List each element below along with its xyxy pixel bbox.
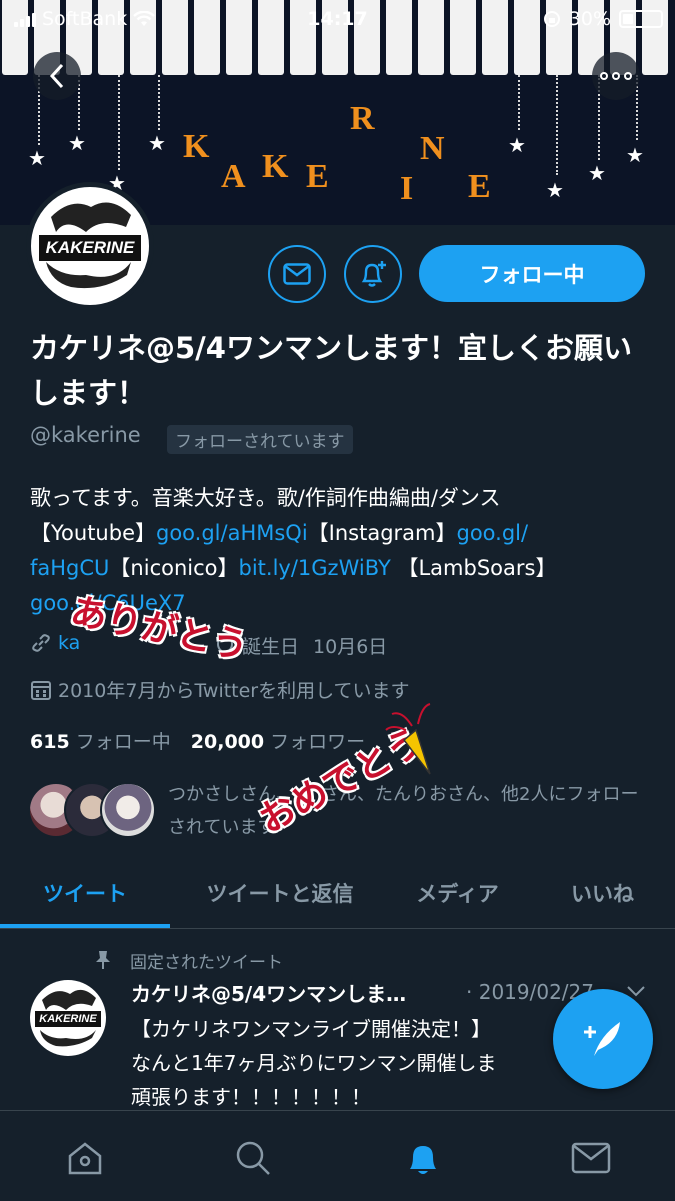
tab-tweets-and-replies[interactable]: ツイートと返信 xyxy=(180,858,380,928)
bio-text: 【niconico】 xyxy=(109,556,239,580)
birthday-label: 誕生日 xyxy=(242,636,300,658)
tab-likes[interactable]: いいね xyxy=(540,858,665,928)
active-tab-indicator xyxy=(0,924,170,928)
bio-link-instagram-cont[interactable]: faHgCU xyxy=(30,556,109,580)
avatar-logo-text: KAKERINE xyxy=(39,235,141,261)
tweet-line: なんと1年7ヶ月ぶりにワンマン開催しま xyxy=(131,1051,497,1075)
pin-icon xyxy=(96,951,110,969)
more-options-button[interactable] xyxy=(592,52,640,100)
tweet-line: 【カケリネワンマンライブ開催決定！】 xyxy=(131,1017,491,1041)
tweet-avatar[interactable]: KAKERINE xyxy=(30,980,106,1056)
more-icon xyxy=(600,72,632,80)
chevron-left-icon xyxy=(49,63,64,89)
following-link[interactable]: 615 フォロー中 xyxy=(30,731,171,753)
star-icon: ★ xyxy=(28,146,46,170)
bell-plus-icon xyxy=(361,261,386,287)
pinned-tweet-label: 固定されたツイート xyxy=(130,953,283,973)
calendar-icon xyxy=(31,680,51,700)
followers-count: 20,000 xyxy=(190,731,265,753)
home-icon xyxy=(68,1142,102,1175)
following-count: 615 xyxy=(30,731,70,753)
website-link[interactable]: ka xyxy=(58,632,80,654)
party-popper-icon xyxy=(385,703,431,775)
avatar xyxy=(100,782,156,838)
link-icon xyxy=(32,634,50,652)
tweet-line: 頑張ります！！！！！！！ xyxy=(131,1085,371,1109)
banner-letter: E xyxy=(306,158,329,195)
bottom-navigation xyxy=(0,1110,675,1201)
compose-feather-icon xyxy=(584,1022,620,1056)
profile-name: カケリネ@5/4ワンマンします！宜しくお願いします！ xyxy=(30,331,632,410)
messages-icon xyxy=(571,1142,611,1174)
banner-letter: R xyxy=(350,100,375,137)
mail-icon xyxy=(283,263,311,285)
profile-handle: @kakerine xyxy=(30,423,141,447)
star-icon: ★ xyxy=(68,131,86,155)
compose-tweet-button[interactable] xyxy=(553,989,653,1089)
nav-messages[interactable] xyxy=(566,1133,616,1183)
nav-notifications[interactable] xyxy=(398,1133,448,1183)
star-icon: ★ xyxy=(546,178,564,202)
star-icon: ★ xyxy=(148,131,166,155)
bio-text: 【LambSoars】 xyxy=(397,556,557,580)
birthday-date: 10月6日 xyxy=(313,636,388,658)
tab-tweets[interactable]: ツイート xyxy=(0,858,170,928)
avatar-logo-text: KAKERINE xyxy=(35,1011,101,1027)
search-icon xyxy=(236,1141,270,1175)
following-button[interactable]: フォロー中 xyxy=(419,245,645,302)
nav-home[interactable] xyxy=(60,1133,110,1183)
followed-by-text[interactable]: つかさしさん、 さん、たんりおさん、他2人にフォローされています xyxy=(168,778,648,844)
website-row: ka xyxy=(30,632,80,654)
joined-row: 2010年7月からTwitterを利用しています xyxy=(30,676,410,703)
chevron-down-icon xyxy=(627,986,645,997)
notifications-toggle-button[interactable] xyxy=(344,245,402,303)
follows-you-badge: フォローされています xyxy=(167,425,353,454)
orientation-lock-icon xyxy=(543,11,560,27)
bio-link-niconico[interactable]: bit.ly/1GzWiBY xyxy=(239,556,391,580)
bio-text: 歌ってます。音楽大好き。歌/作詞作曲編曲/ダンス xyxy=(30,486,501,510)
star-icon: ★ xyxy=(588,161,606,185)
mutual-followers-avatars[interactable] xyxy=(28,782,156,838)
tweet-text[interactable]: 【カケリネワンマンライブ開催決定！】 なんと1年7ヶ月ぶりにワンマン開催しま 頑… xyxy=(131,1012,571,1114)
nav-search[interactable] xyxy=(228,1133,278,1183)
status-bar: SoftBank 14:17 30% xyxy=(0,0,675,38)
notifications-icon xyxy=(410,1146,436,1174)
following-label: フォロー中 xyxy=(75,731,171,753)
banner-letter: K xyxy=(262,148,289,185)
banner-letter: E xyxy=(468,168,491,205)
battery-percent: 30% xyxy=(568,8,611,30)
bio-text: 【Youtube】 xyxy=(30,521,156,545)
star-icon: ★ xyxy=(508,133,526,157)
battery-icon xyxy=(619,10,663,28)
bio-link-youtube[interactable]: goo.gl/aHMsQi xyxy=(156,521,308,545)
banner-letter: I xyxy=(400,170,414,207)
tweet-author-name: カケリネ@5/4ワンマンしま… xyxy=(131,982,407,1006)
bio-text: 【Instagram】 xyxy=(307,521,457,545)
tab-media[interactable]: メディア xyxy=(385,858,530,928)
banner-letter: N xyxy=(420,130,445,167)
profile-tabs: ツイート ツイートと返信 メディア いいね xyxy=(0,858,675,929)
banner-letter: K xyxy=(183,128,210,165)
back-button[interactable] xyxy=(33,52,81,100)
follow-stats: 615 フォロー中 20,000 フォロワー xyxy=(30,727,365,754)
avatar[interactable]: KAKERINE xyxy=(26,182,154,310)
message-button[interactable] xyxy=(268,245,326,303)
star-icon: ★ xyxy=(626,143,644,167)
banner-letter: A xyxy=(221,158,246,195)
joined-date: 2010年7月からTwitterを利用しています xyxy=(58,680,410,702)
bio-link-instagram[interactable]: goo.gl/ xyxy=(457,521,529,545)
